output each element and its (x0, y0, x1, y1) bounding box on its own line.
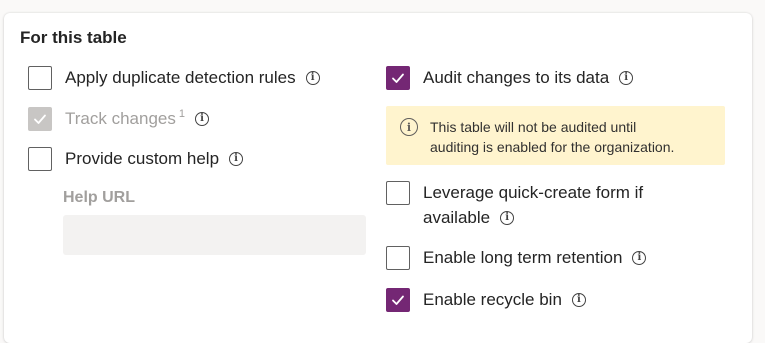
track-changes-checkbox (28, 107, 52, 131)
audit-notice: i This table will not be audited until a… (386, 106, 725, 165)
long-term-retention-checkbox[interactable] (386, 246, 410, 270)
audit-changes-checkbox[interactable] (386, 66, 410, 90)
track-changes-label: Track changes 1 (65, 108, 185, 128)
checkmark-icon (34, 114, 46, 124)
audit-changes-option[interactable]: Audit changes to its data i (386, 66, 634, 90)
info-icon: i (400, 118, 418, 136)
checkmark-icon (392, 73, 404, 83)
recycle-bin-checkbox[interactable] (386, 288, 410, 312)
custom-help-checkbox[interactable] (28, 147, 52, 171)
recycle-bin-label: Enable recycle bin (423, 290, 562, 309)
recycle-bin-option[interactable]: Enable recycle bin i (386, 288, 586, 312)
custom-help-option[interactable]: Provide custom help i (28, 147, 244, 171)
duplicate-detection-option[interactable]: Apply duplicate detection rules i (28, 66, 320, 90)
custom-help-label: Provide custom help (65, 149, 220, 168)
quick-create-label-line1: Leverage quick-create form if (423, 183, 644, 202)
info-icon[interactable]: i (619, 71, 634, 85)
help-url-label: Help URL (63, 189, 135, 206)
info-icon[interactable]: i (195, 112, 209, 126)
checkmark-icon (392, 295, 404, 305)
duplicate-detection-checkbox[interactable] (28, 66, 52, 90)
quick-create-checkbox[interactable] (386, 181, 410, 205)
quick-create-label-line2: available (423, 208, 491, 227)
info-icon[interactable]: i (229, 152, 244, 166)
help-url-input[interactable] (63, 215, 366, 255)
table-options-card: For this table Apply duplicate detection… (4, 13, 752, 343)
quick-create-option[interactable]: Leverage quick-create form if available … (386, 181, 643, 230)
info-icon[interactable]: i (500, 210, 515, 225)
long-term-retention-option[interactable]: Enable long term retention i (386, 246, 647, 270)
quick-create-label-line2-row: available i (423, 205, 643, 230)
track-changes-option: Track changes 1 i (28, 107, 209, 131)
info-icon[interactable]: i (305, 71, 320, 85)
audit-changes-label: Audit changes to its data (423, 68, 610, 87)
track-changes-footnote: 1 (178, 108, 185, 121)
long-term-retention-label: Enable long term retention (423, 248, 623, 267)
section-title: For this table (20, 28, 127, 47)
quick-create-label: Leverage quick-create form if available … (423, 180, 643, 230)
info-icon[interactable]: i (571, 293, 586, 307)
audit-notice-text: This table will not be audited until aud… (430, 119, 675, 155)
info-icon[interactable]: i (632, 251, 647, 265)
duplicate-detection-label: Apply duplicate detection rules (65, 68, 296, 87)
